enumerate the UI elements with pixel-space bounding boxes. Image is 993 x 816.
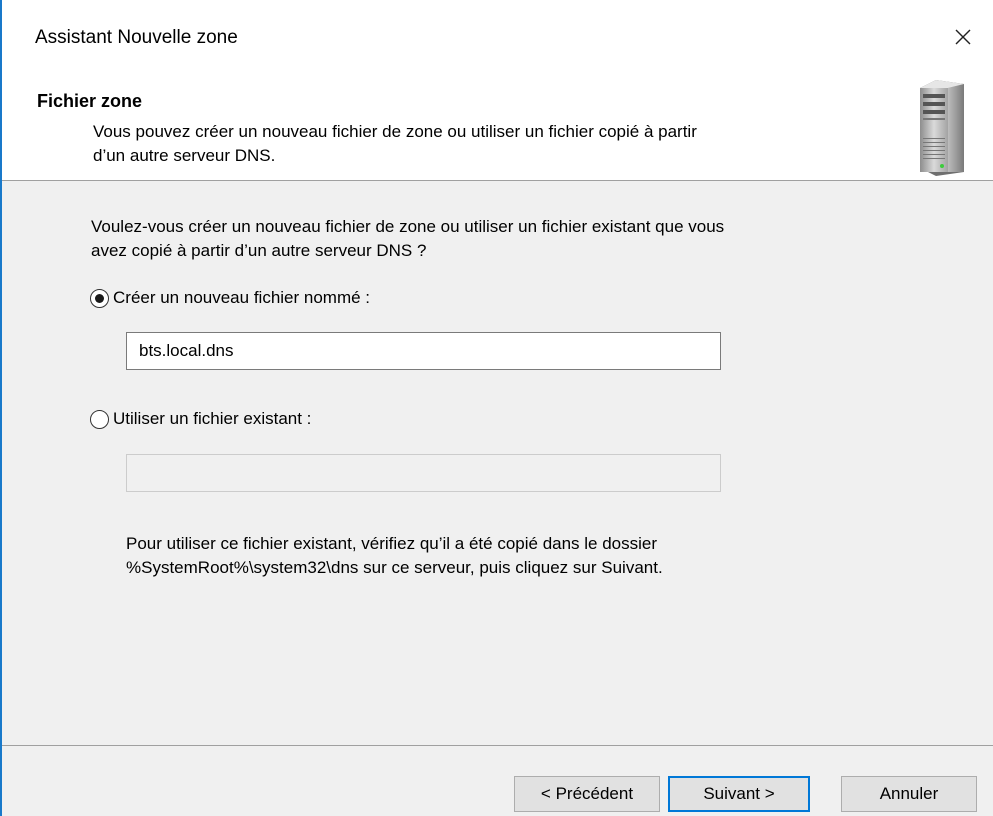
page-description-line: Vous pouvez créer un nouveau fichier de … (93, 122, 697, 141)
back-button[interactable]: < Précédent (514, 776, 660, 812)
question-line: Voulez-vous créer un nouveau fichier de … (91, 217, 725, 236)
info-line: %SystemRoot%\system32\dns sur ce serveur… (126, 558, 663, 577)
question-line: avez copié à partir d’un autre serveur D… (91, 241, 427, 260)
page-description-line: d’un autre serveur DNS. (93, 146, 276, 165)
radio-label: Créer un nouveau fichier nommé : (113, 288, 371, 307)
wizard-header: Fichier zone Vous pouvez créer un nouvea… (2, 78, 993, 180)
radio-button-selected[interactable] (90, 288, 109, 308)
cancel-button[interactable]: Annuler (841, 776, 977, 812)
radio-create-new-file[interactable]: Créer un nouveau fichier nommé : (90, 288, 370, 308)
radio-button[interactable] (90, 409, 109, 429)
page-title: Fichier zone (37, 91, 143, 111)
info-line: Pour utiliser ce fichier existant, vérif… (126, 534, 658, 553)
next-button[interactable]: Suivant > (668, 776, 810, 812)
page-description: Vous pouvez créer un nouveau fichier de … (93, 120, 883, 168)
existing-file-input[interactable] (126, 454, 721, 492)
info-text: Pour utiliser ce fichier existant, vérif… (126, 532, 886, 580)
server-icon (920, 80, 964, 176)
title-bar: Assistant Nouvelle zone (2, 0, 993, 78)
close-button[interactable] (948, 22, 978, 52)
wizard-body: Voulez-vous créer un nouveau fichier de … (2, 181, 993, 745)
question-text: Voulez-vous créer un nouveau fichier de … (91, 215, 931, 263)
new-file-name-input[interactable]: bts.local.dns (126, 332, 721, 370)
close-icon (955, 29, 971, 45)
wizard-footer: < Précédent Suivant > Annuler (2, 746, 993, 816)
window-title: Assistant Nouvelle zone (35, 27, 238, 48)
radio-use-existing-file[interactable]: Utiliser un fichier existant : (90, 409, 311, 429)
radio-dot (95, 293, 104, 303)
radio-label: Utiliser un fichier existant : (113, 409, 312, 428)
